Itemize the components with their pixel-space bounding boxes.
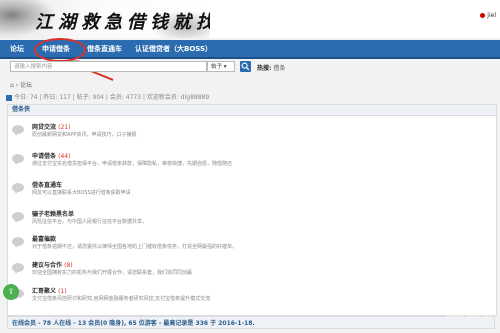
forum-title[interactable]: 网贷交流: [32, 124, 56, 131]
forum-desc: 风险征信平台，与中国人民银行征信平台数据共享。: [32, 219, 148, 225]
search-input[interactable]: 请输入搜索内容: [10, 61, 207, 72]
forum-title[interactable]: 骗子老赖黑名单: [32, 211, 74, 218]
hot-search-item[interactable]: 借条: [273, 65, 285, 72]
forum-title[interactable]: 建议与合作: [32, 262, 62, 269]
forum-desc: 欢迎全国拥有实力的机构与我们开展合作，请您联系套，我们协同同创赢: [32, 270, 193, 276]
forum-icon: [12, 237, 24, 248]
forum-title[interactable]: 汇哥聚义: [32, 288, 56, 295]
list-item[interactable]: 网贷交流 (21) 原创最新网贷和APP资讯，申请技巧，口子播报: [8, 120, 496, 149]
breadcrumb-forum[interactable]: 论坛: [20, 82, 32, 89]
hot-searches: 热搜: 借条: [257, 63, 285, 72]
list-item[interactable]: 借条直通车 网友可以直接联系大BOSS进行借条获取申请: [8, 178, 496, 207]
breadcrumb: ⌂ › 论坛: [10, 82, 33, 89]
list-item[interactable]: 最富催款 对于借条逾期不还，请您委托以律师全国各地的上门催收借条债务，打造全网最…: [8, 232, 496, 261]
hot-search-label: 热搜:: [257, 65, 272, 72]
forum-icon: [12, 212, 24, 223]
forum-icon: [12, 125, 24, 136]
list-item[interactable]: 建议与合作 (8) 欢迎全国拥有实力的机构与我们开展合作，请您联系套，我们协同同创…: [8, 258, 496, 287]
forum-desc: 通过支付宝实名借贷担保平台，申请借条获款，保障隐私，审核快捷，先期自愿，随借随还: [32, 161, 233, 167]
search-button[interactable]: [240, 61, 251, 72]
forum-count: (8): [64, 262, 73, 269]
home-icon[interactable]: ⌂: [10, 82, 14, 89]
site-logo-text: 江湖救急借钱就找: [35, 12, 210, 33]
ink-painting-logo[interactable]: 江湖救急借钱就找: [0, 0, 210, 38]
stats-icon: [6, 94, 12, 101]
baidu-watermark-url: jingyan.baidu.com: [445, 314, 492, 320]
forum-stats: 今日: 74 | 昨日: 117 | 帖子: 904 | 会员: 4773 | …: [6, 92, 209, 101]
forum-desc: 对于借条逾期不还，请您委托以律师全国各地的上门催收借条债务，打造全网最强的好催单…: [32, 244, 238, 250]
user-menu[interactable]: jiel: [480, 12, 496, 19]
forum-title[interactable]: 申请借条: [32, 153, 56, 160]
header-banner: 江湖救急借钱就找 jiel: [0, 0, 500, 38]
nav-item-forum[interactable]: 论坛: [10, 44, 24, 54]
search-bar: 请输入搜索内容 帖子 ▾ 热搜: 借条: [0, 59, 500, 75]
forum-desc: 支付宝借条风控研讨和研究,官网网金融服务者研究风控,支付宝借条提升模式交流: [32, 296, 211, 302]
online-members-text[interactable]: 在线会员 - 78 人在线 - 13 会员(0 隐身), 65 位游客 - 最高…: [12, 320, 255, 327]
baidu-watermark: Baidu 经验: [442, 304, 494, 315]
search-scope-label: 帖子: [211, 64, 223, 70]
forum-title[interactable]: 借条直通车: [32, 182, 62, 189]
forum-count: (1): [58, 288, 67, 295]
user-name: jiel: [487, 12, 496, 19]
nav-item-verified-lender[interactable]: 认证借贷者（大BOSS）: [135, 44, 212, 54]
search-scope-select[interactable]: 帖子 ▾: [207, 61, 235, 72]
stats-text: 今日: 74 | 昨日: 117 | 帖子: 904 | 会员: 4773 | …: [14, 94, 210, 101]
section-title: 借条侠: [8, 105, 496, 116]
online-members-bar: 在线会员 - 78 人在线 - 13 会员(0 隐身), 65 位游客 - 最高…: [7, 316, 495, 329]
forum-icon: [12, 183, 24, 194]
forum-icon: [12, 154, 24, 165]
forum-list: 借条侠 网贷交流 (21) 原创最新网贷和APP资讯，申请技巧，口子播报 申请借条…: [7, 104, 497, 316]
forum-desc: 网友可以直接联系大BOSS进行借条获取申请: [32, 190, 131, 196]
forum-icon: [12, 263, 24, 274]
forum-title[interactable]: 最富催款: [32, 236, 56, 243]
list-item[interactable]: 汇哥聚义 (1) 支付宝借条风控研讨和研究,官网网金融服务者研究风控,支付宝借条提…: [8, 284, 496, 313]
forum-desc: 原创最新网贷和APP资讯，申请技巧，口子播报: [32, 132, 137, 138]
forum-count: (44): [58, 153, 71, 160]
forum-count: (21): [58, 124, 71, 131]
search-icon: [241, 62, 250, 71]
share-icon[interactable]: ⇪: [3, 284, 19, 300]
list-item[interactable]: 申请借条 (44) 通过支付宝实名借贷担保平台，申请借条获款，保障隐私，审核快捷，…: [8, 149, 496, 178]
user-icon: [480, 13, 486, 18]
nav-item-iou-express[interactable]: 借条直通车: [87, 44, 122, 54]
